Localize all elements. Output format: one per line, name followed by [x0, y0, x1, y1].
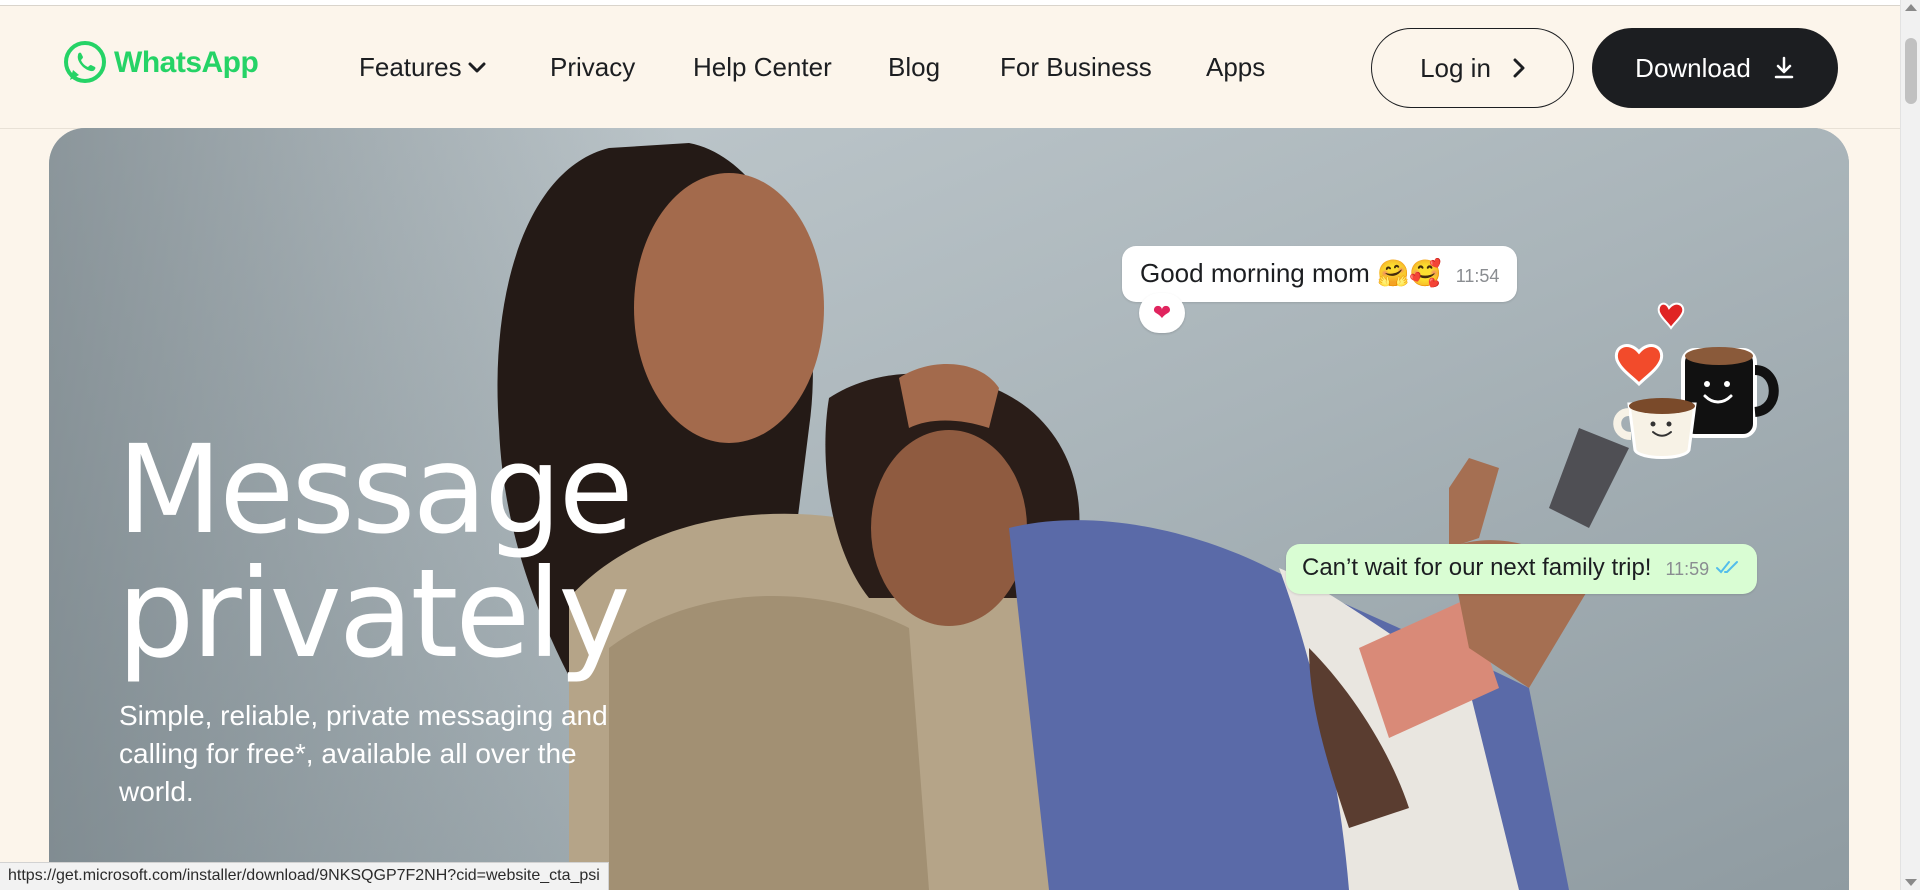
nav-help-center[interactable]: Help Center [693, 52, 832, 83]
chevron-down-icon [468, 62, 486, 72]
download-icon [1774, 56, 1794, 79]
whatsapp-logo-icon [64, 41, 106, 83]
chat-bubble-text: Can’t wait for our next family trip! [1302, 554, 1652, 581]
login-button[interactable]: Log in [1371, 28, 1574, 108]
nav-for-business[interactable]: For Business [1000, 52, 1152, 83]
nav-apps[interactable]: Apps [1206, 52, 1265, 83]
site-header: WhatsApp Features Privacy Help Center Bl… [0, 6, 1900, 129]
login-button-label: Log in [1420, 52, 1491, 83]
nav-blog[interactable]: Blog [888, 52, 940, 83]
scroll-down-arrow-icon[interactable] [1905, 879, 1917, 886]
page-scrollbar[interactable] [1900, 0, 1920, 890]
browser-status-bar: https://get.microsoft.com/installer/down… [0, 862, 609, 890]
chat-bubble-sent: Can’t wait for our next family trip! 11:… [1286, 544, 1758, 594]
download-button[interactable]: Download [1592, 28, 1838, 108]
coffee-mugs-sticker [1613, 302, 1779, 459]
chevron-right-icon [1513, 58, 1525, 78]
download-button-label: Download [1635, 52, 1751, 83]
double-check-icon [1716, 561, 1739, 574]
chat-bubble-time: 11:54 [1455, 266, 1500, 286]
logo-text: WhatsApp [114, 46, 259, 79]
nav-features-label: Features [359, 52, 462, 82]
nav-privacy[interactable]: Privacy [550, 52, 635, 83]
hero-subtitle: Simple, reliable, private messaging and … [119, 700, 608, 807]
hero-title-line2: privately [117, 543, 630, 685]
hero-title-line1: Message [117, 419, 634, 561]
hero-section: Message privately Simple, reliable, priv… [49, 128, 1849, 890]
scrollbar-thumb[interactable] [1905, 38, 1917, 104]
scroll-up-arrow-icon[interactable] [1905, 4, 1917, 11]
chat-bubble-time: 11:59 [1665, 559, 1710, 579]
heart-reaction-icon: ❤ [1139, 293, 1185, 333]
chat-bubble-received: Good morning mom 🤗🥰 11:54 [1122, 246, 1518, 302]
nav-features[interactable]: Features [359, 52, 486, 83]
hero-title: Message privately [117, 419, 634, 685]
chat-bubble-text: Good morning mom 🤗🥰 [1140, 258, 1442, 288]
whatsapp-logo[interactable]: WhatsApp [62, 40, 259, 86]
